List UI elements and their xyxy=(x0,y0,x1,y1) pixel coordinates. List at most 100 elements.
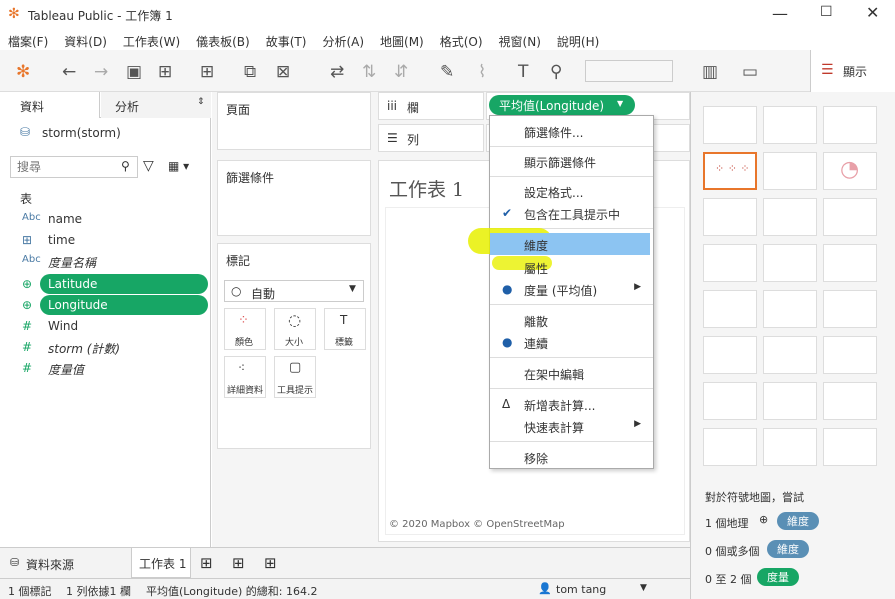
menu-worksheet[interactable]: 工作表(W) xyxy=(115,30,188,50)
menu-item-add-table-calc[interactable]: Δ 新增表計算... xyxy=(490,393,653,415)
menu-item-discrete[interactable]: 離散 xyxy=(490,309,653,331)
menu-story[interactable]: 故事(T) xyxy=(258,30,315,50)
field-measure-names[interactable]: Abc 度量名稱 xyxy=(0,251,210,271)
chart-thumb-histogram[interactable] xyxy=(763,382,817,420)
chart-thumb-hbar[interactable] xyxy=(703,198,757,236)
menu-format[interactable]: 格式(O) xyxy=(432,30,491,50)
chart-thumb-heatmap[interactable] xyxy=(763,106,817,144)
show-me-tab[interactable]: ☰ 顯示 xyxy=(810,50,895,92)
field-storm-count[interactable]: # storm (計數) xyxy=(0,337,210,357)
menu-item-measure[interactable]: ● 度量 (平均值) ▶ xyxy=(490,278,653,300)
menu-item-remove[interactable]: 移除 xyxy=(490,446,653,468)
menu-help[interactable]: 說明(H) xyxy=(549,30,607,50)
menu-dashboard[interactable]: 儀表板(B) xyxy=(188,30,258,50)
new-worksheet-icon[interactable]: ⊞ xyxy=(200,554,213,572)
menu-item-edit-in-shelf[interactable]: 在架中編輯 xyxy=(490,362,653,384)
chart-thumb-area-continuous[interactable] xyxy=(703,336,757,374)
new-datasource-icon[interactable]: ⊞ xyxy=(158,62,172,82)
chart-thumb-line-discrete[interactable] xyxy=(763,290,817,328)
search-input[interactable] xyxy=(11,157,111,177)
new-story-icon[interactable]: ⊞ xyxy=(264,554,277,572)
chart-thumb-side-bar[interactable] xyxy=(823,198,877,236)
menu-file[interactable]: 檔案(F) xyxy=(0,30,56,50)
chart-thumb-highlight-table[interactable] xyxy=(823,106,877,144)
field-time[interactable]: ⊞ time xyxy=(0,230,210,250)
chart-thumb-bullet[interactable] xyxy=(763,428,817,466)
sort-desc-icon[interactable]: ⇵ xyxy=(394,62,408,82)
menu-item-format[interactable]: 設定格式... xyxy=(490,180,653,202)
label-button[interactable]: T 標籤 xyxy=(324,308,366,350)
size-button[interactable]: ◌ 大小 xyxy=(274,308,316,350)
menu-map[interactable]: 地圖(M) xyxy=(372,30,432,50)
chart-thumb-scatter[interactable] xyxy=(703,382,757,420)
fit-dropdown[interactable] xyxy=(585,60,673,82)
tableau-home-icon[interactable]: ✻ xyxy=(16,62,30,82)
highlight-icon[interactable]: ✎ xyxy=(440,62,454,82)
labels-icon[interactable]: T xyxy=(518,62,528,82)
pin-icon[interactable]: ⚲ xyxy=(550,62,562,82)
chevron-down-icon[interactable]: ▼ xyxy=(640,583,647,593)
new-dashboard-icon[interactable]: ⊞ xyxy=(232,554,245,572)
menu-item-include-tooltip[interactable]: ✔ 包含在工具提示中 xyxy=(490,202,653,224)
chart-thumb-filled-map[interactable] xyxy=(763,152,817,190)
color-button[interactable]: ⁘ 顏色 xyxy=(224,308,266,350)
chart-thumb-pie[interactable]: ◔ xyxy=(823,152,877,190)
chart-thumb-line-continuous[interactable] xyxy=(703,290,757,328)
sheet-tab[interactable]: 工作表 1 xyxy=(131,548,191,578)
mark-type-dropdown[interactable]: ○ 自動 ▼ xyxy=(224,280,364,302)
user-name[interactable]: tom tang xyxy=(556,583,606,596)
undo-icon[interactable]: ← xyxy=(62,62,76,82)
search-field[interactable]: ⚲ xyxy=(10,156,138,178)
menu-window[interactable]: 視窗(N) xyxy=(491,30,549,50)
filters-card[interactable]: 篩選條件 xyxy=(217,160,371,236)
menu-item-continuous[interactable]: ● 連續 xyxy=(490,331,653,353)
tooltip-button[interactable]: ▢ 工具提示 xyxy=(274,356,316,398)
show-cards-icon[interactable]: ▥ xyxy=(702,62,718,82)
datasource-tab[interactable]: 資料來源 xyxy=(26,556,74,573)
field-name[interactable]: Abc name xyxy=(0,209,210,229)
swap-icon[interactable]: ⇄ xyxy=(330,62,344,82)
group-icon[interactable]: ⌇ xyxy=(478,62,486,82)
redo-icon[interactable]: → xyxy=(94,62,108,82)
tab-data[interactable]: 資料 xyxy=(0,92,100,118)
chart-thumb-circle-view[interactable] xyxy=(763,244,817,282)
filter-icon[interactable]: ▽ xyxy=(143,158,154,174)
menu-item-dimension[interactable]: 維度 xyxy=(490,233,653,255)
menu-item-attribute[interactable]: 屬性 xyxy=(490,256,653,278)
chart-thumb-dual-line[interactable] xyxy=(823,290,877,328)
field-latitude[interactable]: ⊕ Latitude xyxy=(0,274,210,294)
close-button[interactable]: ✕ xyxy=(866,3,879,22)
chart-thumb-area-discrete[interactable] xyxy=(763,336,817,374)
field-longitude[interactable]: ⊕ Longitude xyxy=(0,295,210,315)
duplicate-sheet-icon[interactable]: ⧉ xyxy=(244,62,256,82)
menu-analysis[interactable]: 分析(A) xyxy=(314,30,372,50)
chart-thumb-side-circle[interactable] xyxy=(823,244,877,282)
view-options-icon[interactable]: ▦ ▾ xyxy=(168,159,189,173)
field-measure-values[interactable]: # 度量值 xyxy=(0,358,210,378)
sort-asc-icon[interactable]: ⇅ xyxy=(362,62,376,82)
menu-item-filter[interactable]: 篩選條件... xyxy=(490,120,653,142)
save-icon[interactable]: ▣ xyxy=(126,62,142,82)
menu-item-quick-table-calc[interactable]: 快速表計算 ▶ xyxy=(490,415,653,437)
chart-thumb-stacked-bar[interactable] xyxy=(763,198,817,236)
datasource-name[interactable]: storm(storm) xyxy=(42,126,121,140)
chart-thumb-treemap[interactable] xyxy=(703,244,757,282)
chart-thumb-text-table[interactable] xyxy=(703,106,757,144)
clear-sheet-icon[interactable]: ⊠ xyxy=(276,62,290,82)
pages-card[interactable]: 頁面 xyxy=(217,92,371,150)
tab-analytics[interactable]: 分析 ⇕ xyxy=(101,92,211,118)
new-worksheet-icon[interactable]: ⊞ xyxy=(200,62,214,82)
menu-data[interactable]: 資料(D) xyxy=(56,30,115,50)
chart-thumb-box-whisker[interactable] xyxy=(823,382,877,420)
menu-item-show-filter[interactable]: 顯示篩選條件 xyxy=(490,150,653,172)
chart-thumb-gantt[interactable] xyxy=(703,428,757,466)
minimize-button[interactable]: — xyxy=(772,4,788,23)
maximize-button[interactable]: ☐ xyxy=(820,4,833,20)
presentation-icon[interactable]: ▭ xyxy=(742,62,758,82)
field-wind[interactable]: # Wind xyxy=(0,316,210,336)
chart-thumb-symbol-map[interactable]: ⁘ ⁘ ⁘ xyxy=(703,152,757,190)
detail-button[interactable]: ⁖ 詳細資料 xyxy=(224,356,266,398)
chart-thumb-dual-combo[interactable] xyxy=(823,336,877,374)
chart-thumb-packed-bubbles[interactable] xyxy=(823,428,877,466)
longitude-pill[interactable]: 平均值(Longitude) ▼ xyxy=(489,95,635,115)
